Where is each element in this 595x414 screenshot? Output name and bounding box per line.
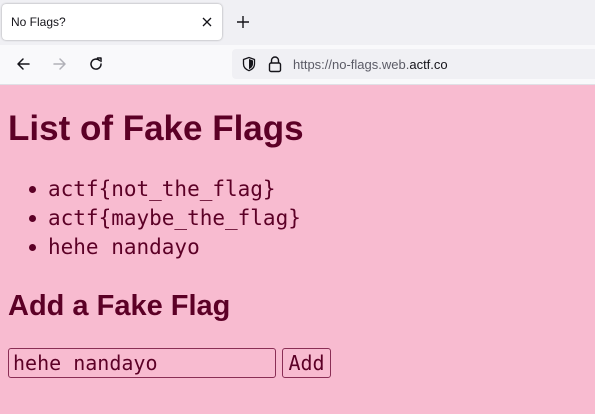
page-content: List of Fake Flags actf{not_the_flag} ac… [0, 85, 595, 414]
bullet [29, 244, 36, 251]
form-heading: Add a Fake Flag [8, 290, 231, 322]
arrow-right-icon[interactable] [49, 53, 71, 75]
list-item: actf{maybe_the_flag} [0, 204, 301, 233]
reload-icon[interactable] [85, 53, 107, 75]
url-prefix: https://no-flags.web. [293, 57, 410, 72]
close-icon[interactable] [198, 13, 216, 31]
add-button[interactable]: Add [282, 348, 331, 378]
bullet [29, 215, 36, 222]
page-title: List of Fake Flags [8, 109, 304, 148]
fake-flag-list: actf{not_the_flag} actf{maybe_the_flag} … [0, 175, 301, 262]
list-item: hehe nandayo [0, 233, 301, 262]
tab-strip: No Flags? [0, 0, 595, 45]
flag-text: hehe nandayo [48, 235, 200, 259]
bullet [29, 186, 36, 193]
tab-title: No Flags? [11, 15, 66, 29]
browser-tab[interactable]: No Flags? [2, 4, 222, 40]
flag-input[interactable] [8, 348, 276, 378]
arrow-left-icon[interactable] [12, 53, 34, 75]
flag-text: actf{not_the_flag} [48, 177, 276, 201]
navigation-bar: https://no-flags.web.actf.co [0, 45, 595, 85]
list-item: actf{not_the_flag} [0, 175, 301, 204]
shield-icon[interactable] [241, 56, 257, 72]
flag-text: actf{maybe_the_flag} [48, 206, 301, 230]
url-bar[interactable]: https://no-flags.web.actf.co [232, 49, 595, 79]
url-text: https://no-flags.web.actf.co [293, 57, 448, 72]
url-domain: actf.co [409, 57, 448, 72]
lock-icon[interactable] [267, 55, 283, 73]
plus-icon[interactable] [233, 12, 253, 32]
